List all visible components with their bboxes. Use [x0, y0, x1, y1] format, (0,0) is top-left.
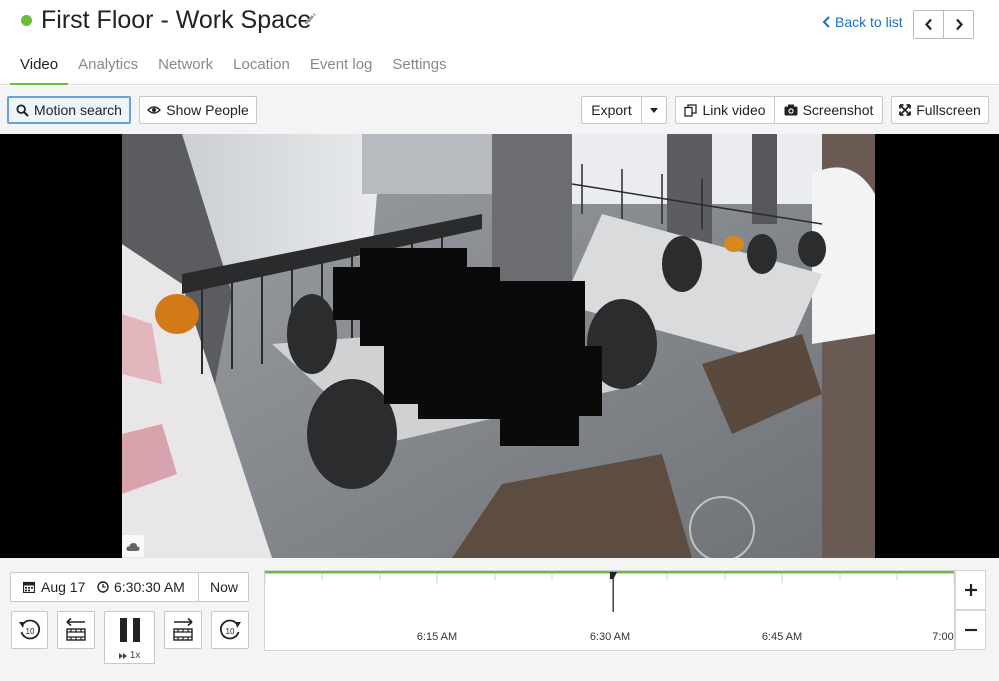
timeline-scrubber[interactable]: 6:15 AM 6:30 AM 6:45 AM 7:00 [264, 570, 955, 651]
forward-10-icon: 10 [219, 619, 241, 640]
screenshot-button[interactable]: Screenshot [774, 96, 883, 124]
now-button[interactable]: Now [198, 573, 249, 601]
timeline-label: 6:45 AM [762, 631, 802, 643]
cloud-icon [126, 542, 140, 551]
caret-down-icon [650, 107, 658, 113]
chevron-right-icon [955, 18, 963, 31]
fullscreen-button[interactable]: Fullscreen [891, 96, 989, 124]
motion-search-label: Motion search [34, 102, 122, 118]
timeline-zoom-in-button[interactable] [955, 570, 986, 610]
tab-analytics[interactable]: Analytics [68, 48, 148, 85]
chevron-left-icon [924, 18, 932, 31]
back-to-list-link[interactable]: Back to list [822, 14, 903, 30]
page-title: First Floor - Work Space [41, 6, 312, 34]
date-value: Aug 17 [41, 579, 86, 595]
link-video-label: Link video [702, 102, 766, 118]
tab-video[interactable]: Video [10, 48, 69, 85]
office-scene-illustration [122, 134, 875, 558]
minus-icon [964, 628, 977, 632]
export-dropdown-button[interactable] [641, 96, 667, 124]
rewind-10-icon: 10 [18, 619, 40, 640]
skip-back-seconds: 10 [25, 627, 34, 636]
timeline-track[interactable]: 6:15 AM 6:30 AM 6:45 AM 7:00 [265, 571, 955, 651]
show-people-button[interactable]: Show People [139, 96, 257, 124]
chevron-left-icon [822, 16, 830, 28]
online-status-dot [21, 15, 32, 26]
pause-button[interactable] [104, 611, 155, 649]
fullscreen-label: Fullscreen [916, 102, 981, 118]
eye-icon [147, 106, 162, 114]
clock-icon [97, 581, 109, 593]
previous-camera-button[interactable] [913, 10, 944, 39]
fast-forward-icon [118, 652, 127, 659]
search-icon [16, 103, 29, 117]
motion-search-button[interactable]: Motion search [7, 96, 131, 124]
speed-value: 1x [129, 650, 141, 661]
skip-forward-10-button[interactable]: 10 [211, 611, 249, 649]
pause-icon [119, 618, 140, 642]
timeline-label: 7:00 [932, 631, 953, 643]
tab-location[interactable]: Location [223, 48, 300, 85]
timeline-zoom-out-button[interactable] [955, 610, 986, 650]
video-toolbar: Motion search Show People Export Link vi… [0, 86, 999, 134]
timeline-ticks [265, 573, 954, 583]
plus-icon [964, 584, 977, 596]
video-player[interactable] [0, 134, 999, 558]
time-picker[interactable]: 6:30:30 AM [97, 579, 185, 595]
camera-feed-image [122, 134, 875, 558]
skip-forward-seconds: 10 [226, 627, 235, 636]
previous-frame-button[interactable] [57, 611, 95, 649]
tab-settings[interactable]: Settings [382, 48, 456, 85]
time-value: 6:30:30 AM [114, 579, 185, 595]
export-label: Export [591, 102, 632, 118]
timeline-label: 6:30 AM [590, 631, 630, 643]
timeline-label: 6:15 AM [417, 631, 457, 643]
pencil-icon[interactable] [303, 12, 317, 26]
back-to-list-label: Back to list [835, 14, 903, 30]
cloud-archive-indicator [122, 535, 144, 557]
copy-link-icon [684, 103, 698, 117]
date-picker[interactable]: Aug 17 [23, 579, 85, 595]
export-button[interactable]: Export [581, 96, 642, 124]
tab-bar: Video Analytics Network Location Event l… [10, 48, 457, 85]
step-forward-frame-icon [173, 617, 193, 641]
show-people-label: Show People [166, 102, 249, 118]
expand-icon [899, 104, 912, 116]
next-frame-button[interactable] [164, 611, 202, 649]
skip-back-10-button[interactable]: 10 [11, 611, 48, 649]
tab-network[interactable]: Network [148, 48, 223, 85]
screenshot-label: Screenshot [802, 102, 874, 118]
camera-icon [784, 104, 798, 116]
next-camera-button[interactable] [943, 10, 974, 39]
playhead-marker[interactable] [609, 572, 618, 612]
camera-header: First Floor - Work Space Back to list Vi… [0, 0, 999, 85]
playback-speed-selector[interactable]: 1x [104, 648, 155, 664]
tab-event-log[interactable]: Event log [300, 48, 383, 85]
step-back-frame-icon [66, 617, 86, 641]
calendar-icon [23, 581, 35, 593]
link-video-button[interactable]: Link video [675, 96, 775, 124]
date-time-selector[interactable]: Aug 17 6:30:30 AM Now [10, 572, 249, 602]
